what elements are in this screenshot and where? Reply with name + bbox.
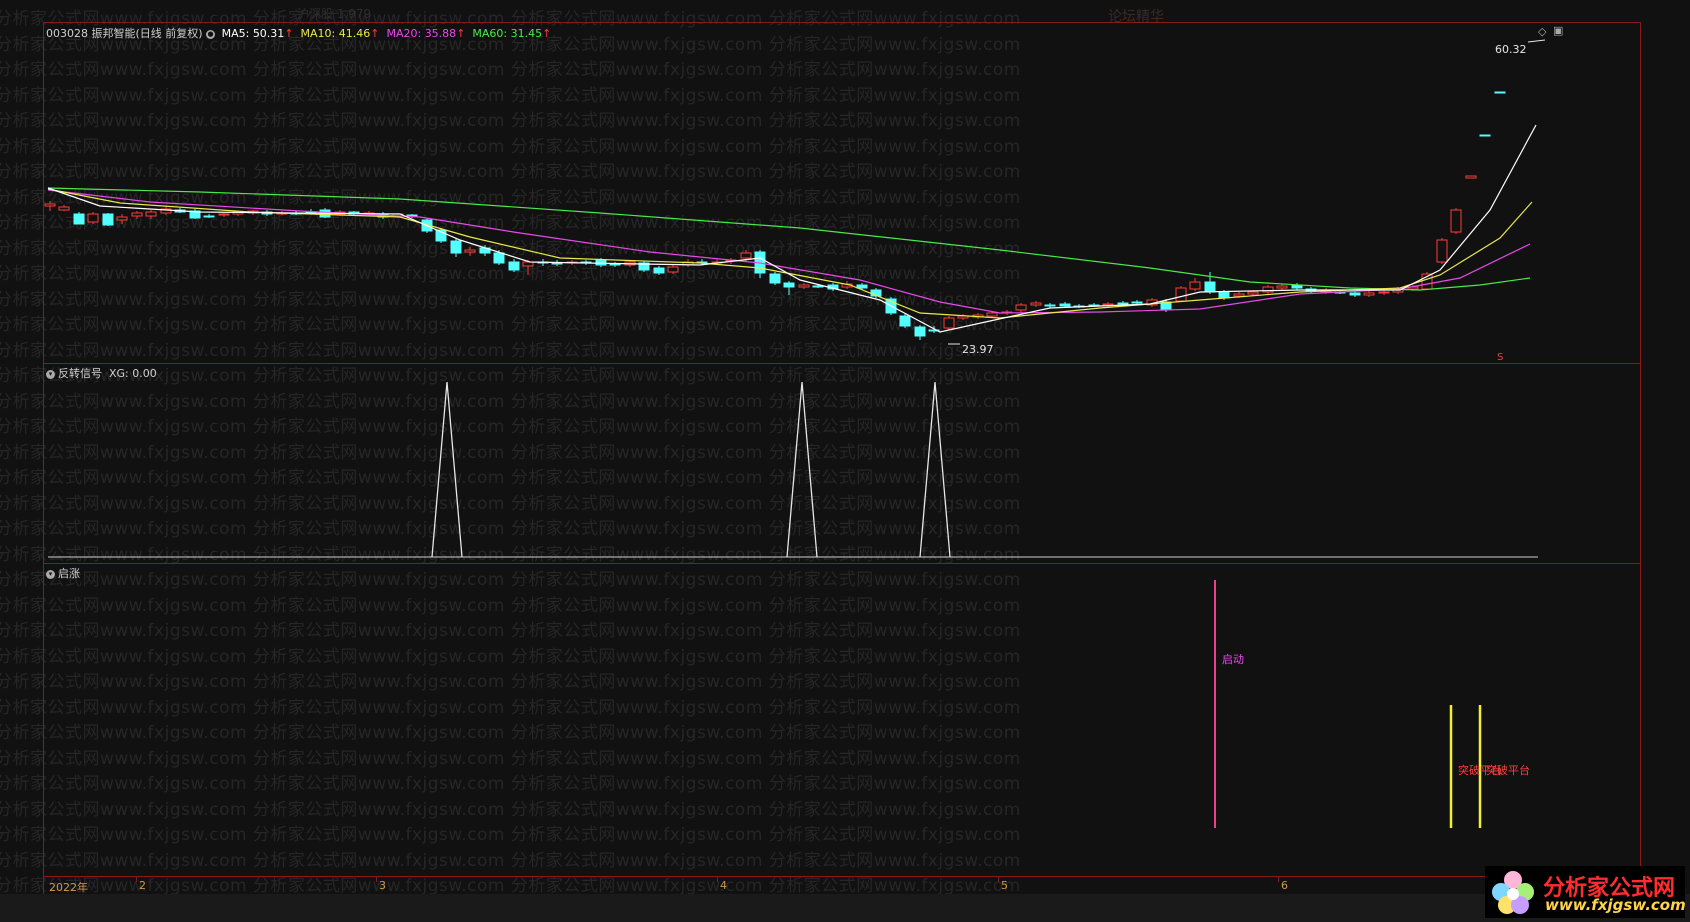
candle-body xyxy=(1378,291,1390,294)
time-label-apr: 4 xyxy=(720,879,727,892)
time-label-year: 2022年 xyxy=(49,881,88,894)
candle-body xyxy=(73,213,85,225)
signal-pane-toggle-icon[interactable]: ▾ xyxy=(46,369,55,379)
candle-body xyxy=(1436,239,1448,263)
candle-body xyxy=(856,284,868,289)
candle-body xyxy=(102,213,114,226)
candle-body xyxy=(1102,303,1114,306)
candle-body xyxy=(1189,281,1201,290)
candle-body xyxy=(1247,291,1259,295)
candle-body xyxy=(667,266,679,273)
candle-body xyxy=(218,213,230,216)
ma10-line xyxy=(47,188,1533,319)
signal-pane-title: ▾ 反转信号 XG: 0.00 xyxy=(46,365,157,381)
flower-logo-icon xyxy=(1492,871,1534,914)
ma5-line xyxy=(47,124,1537,333)
candle-body xyxy=(464,249,476,253)
candle-body xyxy=(44,203,56,207)
rise-pane-title: ▾ 启涨 xyxy=(46,565,80,581)
time-tick xyxy=(998,877,999,882)
candle-body xyxy=(899,315,911,327)
time-tick xyxy=(376,877,377,882)
candle-body xyxy=(943,317,955,329)
candle-body xyxy=(1465,175,1477,179)
candle-body xyxy=(551,262,563,265)
candle-body xyxy=(116,216,128,221)
candle-body xyxy=(1059,303,1071,307)
candle-body xyxy=(653,267,665,274)
time-label-feb: 2 xyxy=(139,879,146,892)
candle-body xyxy=(1363,292,1375,296)
rise-pane-toggle-icon[interactable]: ▾ xyxy=(46,569,55,579)
candle-body xyxy=(769,273,781,284)
candle-body xyxy=(508,261,520,271)
candle-body xyxy=(87,213,99,223)
candle-body xyxy=(1015,304,1027,311)
candle-body xyxy=(1494,91,1506,94)
ma60-line xyxy=(47,187,1531,291)
time-axis: 2022年 2 3 4 5 6 xyxy=(43,876,1641,894)
time-tick xyxy=(136,877,137,882)
candle-body xyxy=(145,211,157,217)
candle-body xyxy=(1204,281,1216,293)
reversal-spike xyxy=(919,381,951,558)
low-price-label: 23.97 xyxy=(962,343,994,356)
candle-body xyxy=(1233,293,1245,297)
site-logo: 分析家公式网 www.fxjgsw.com xyxy=(1485,866,1686,918)
time-label-jun: 6 xyxy=(1281,879,1288,892)
candle-body xyxy=(798,284,810,288)
start-signal-label: 启动 xyxy=(1222,653,1244,666)
bottom-bar xyxy=(0,894,1690,922)
candle-body xyxy=(1044,304,1056,307)
candle-body xyxy=(58,206,70,211)
candle-body xyxy=(1218,291,1230,299)
reversal-spike xyxy=(431,381,463,558)
reversal-spike xyxy=(786,381,818,558)
breakout-label-2: 突破平台 xyxy=(1486,764,1530,777)
candle-body xyxy=(812,285,824,288)
candle-body xyxy=(493,252,505,264)
candle-body xyxy=(740,252,752,259)
sell-mark: S xyxy=(1497,352,1504,363)
candle-body xyxy=(203,215,215,218)
logo-url: www.fxjgsw.com xyxy=(1545,896,1686,914)
candle-body xyxy=(1479,134,1491,137)
candle-body xyxy=(1131,301,1143,304)
candle-body xyxy=(1349,292,1361,296)
candle-body xyxy=(783,282,795,288)
candle-body xyxy=(914,326,926,337)
time-label-mar: 3 xyxy=(379,879,386,892)
time-tick xyxy=(1278,877,1279,882)
high-price-pointer xyxy=(1527,39,1546,43)
candle-body xyxy=(986,312,998,317)
candle-body xyxy=(595,259,607,266)
candle-body xyxy=(1117,302,1129,305)
candle-body xyxy=(131,212,143,217)
candle-body xyxy=(1175,287,1187,302)
candle-body xyxy=(1276,285,1288,289)
kline-chart xyxy=(44,39,1546,828)
time-label-may: 5 xyxy=(1001,879,1008,892)
high-price-label: 60.32 xyxy=(1495,43,1527,56)
time-tick xyxy=(717,877,718,882)
candle-body xyxy=(450,240,462,254)
candle-body xyxy=(1030,302,1042,306)
candle-body xyxy=(1450,209,1462,233)
